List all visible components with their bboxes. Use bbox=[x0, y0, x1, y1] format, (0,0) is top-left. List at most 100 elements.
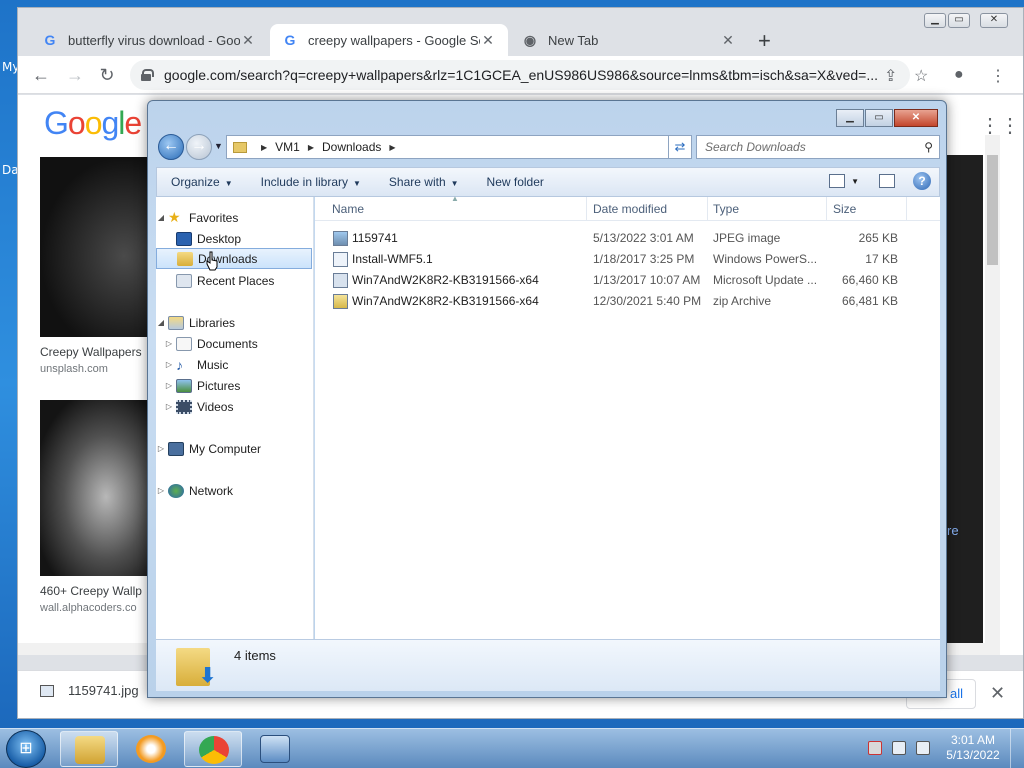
taskbar-remote-desktop[interactable] bbox=[246, 731, 304, 767]
share-with-button[interactable]: Share with ▼ bbox=[375, 175, 473, 189]
download-item[interactable]: 1159741.jpg bbox=[40, 683, 139, 698]
nav-music[interactable]: ▷ ♪ Music bbox=[164, 354, 228, 375]
back-arrow-icon[interactable]: ← bbox=[158, 134, 184, 160]
search-icon[interactable]: ⚲ bbox=[924, 136, 933, 158]
nav-recent-places[interactable]: Recent Places bbox=[174, 270, 274, 291]
nav-network[interactable]: ▷ Network bbox=[156, 480, 233, 501]
close-download-bar-icon[interactable]: ✕ bbox=[990, 683, 1005, 704]
collapsed-triangle-icon[interactable]: ▷ bbox=[156, 486, 166, 495]
tab-butterfly-virus[interactable]: G butterfly virus download - Googl ✕ bbox=[30, 24, 268, 56]
action-center-flag-icon[interactable] bbox=[868, 741, 882, 755]
collapsed-triangle-icon[interactable]: ▷ bbox=[164, 339, 174, 348]
reload-button[interactable]: ↻ bbox=[96, 64, 118, 86]
expanded-triangle-icon[interactable]: ◢ bbox=[156, 318, 166, 327]
taskbar-chrome[interactable] bbox=[184, 731, 242, 767]
collapsed-triangle-icon[interactable]: ▷ bbox=[164, 402, 174, 411]
bookmark-star-icon[interactable]: ☆ bbox=[914, 66, 928, 86]
new-tab-button[interactable]: + bbox=[758, 28, 771, 54]
nav-my-computer[interactable]: ▷ My Computer bbox=[156, 438, 261, 459]
start-button[interactable]: ⊞ bbox=[6, 730, 46, 768]
recent-pages-dropdown-icon[interactable]: ▼ bbox=[214, 141, 223, 151]
tab-close-icon[interactable]: ✕ bbox=[480, 32, 496, 49]
refresh-icon[interactable]: ⇄ bbox=[668, 135, 692, 159]
close-button[interactable]: ✕ bbox=[894, 109, 938, 127]
vertical-scrollbar[interactable] bbox=[985, 135, 1000, 645]
taskbar-media-player[interactable] bbox=[122, 731, 180, 767]
nav-videos[interactable]: ▷ Videos bbox=[164, 396, 233, 417]
chevron-right-icon[interactable]: ▶ bbox=[261, 143, 267, 152]
address-bar[interactable]: google.com/search?q=creepy+wallpapers&rl… bbox=[130, 60, 910, 90]
forward-button[interactable]: → bbox=[64, 64, 86, 86]
taskbar-explorer[interactable] bbox=[60, 731, 118, 767]
share-icon[interactable]: ⇪ bbox=[884, 66, 897, 86]
tab-title: creepy wallpapers - Google Sear bbox=[308, 32, 480, 48]
nav-desktop[interactable]: Desktop bbox=[174, 228, 241, 249]
result-image[interactable] bbox=[40, 400, 160, 576]
chevron-down-icon: ▼ bbox=[450, 179, 459, 188]
change-view-icon[interactable] bbox=[829, 174, 846, 188]
network-tray-icon[interactable] bbox=[892, 741, 906, 755]
include-in-library-button[interactable]: Include in library ▼ bbox=[247, 175, 375, 189]
column-date-modified[interactable]: Date modified bbox=[593, 202, 667, 216]
file-row[interactable]: 1159741 5/13/2022 3:01 AM JPEG image 265… bbox=[315, 227, 940, 248]
new-folder-button[interactable]: New folder bbox=[473, 175, 558, 189]
collapsed-triangle-icon[interactable]: ▷ bbox=[164, 360, 174, 369]
maximize-button[interactable]: ▭ bbox=[865, 109, 893, 127]
forward-arrow-icon[interactable]: → bbox=[186, 134, 212, 160]
column-type[interactable]: Type bbox=[713, 202, 739, 216]
documents-icon bbox=[176, 336, 192, 351]
tab-close-icon[interactable]: ✕ bbox=[720, 32, 736, 49]
menu-kebab-icon[interactable]: ⋮ bbox=[990, 66, 1006, 86]
nav-libraries[interactable]: ◢ Libraries bbox=[156, 312, 235, 333]
result-caption[interactable]: 460+ Creepy Wallp bbox=[40, 584, 160, 598]
result-thumbnail[interactable]: Creepy Wallpapers unsplash.com bbox=[40, 157, 160, 375]
scrollbar-thumb[interactable] bbox=[987, 155, 998, 265]
back-button[interactable]: ← bbox=[30, 64, 52, 86]
minimize-button[interactable]: ▁ bbox=[836, 109, 864, 127]
view-dropdown-icon[interactable]: ▼ bbox=[851, 177, 859, 186]
system-tray bbox=[868, 741, 940, 755]
chevron-right-icon[interactable]: ▶ bbox=[389, 143, 395, 152]
breadcrumb-downloads[interactable]: Downloads bbox=[322, 140, 381, 154]
tab-new-tab[interactable]: ◉ New Tab ✕ bbox=[510, 24, 748, 56]
expanded-triangle-icon[interactable]: ◢ bbox=[156, 213, 166, 222]
star-icon: ★ bbox=[168, 208, 181, 225]
result-thumbnail[interactable]: 460+ Creepy Wallp wall.alphacoders.co bbox=[40, 400, 160, 614]
file-row[interactable]: Win7AndW2K8R2-KB3191566-x64 12/30/2021 5… bbox=[315, 290, 940, 311]
volume-icon[interactable] bbox=[916, 741, 930, 755]
column-size[interactable]: Size bbox=[833, 202, 856, 216]
zip-archive-icon bbox=[333, 294, 348, 309]
nav-pictures[interactable]: ▷ Pictures bbox=[164, 375, 240, 396]
nav-downloads[interactable]: Downloads bbox=[156, 248, 312, 269]
nav-documents[interactable]: ▷ Documents bbox=[164, 333, 258, 354]
chevron-right-icon[interactable]: ▶ bbox=[308, 143, 314, 152]
powershell-script-icon bbox=[333, 252, 348, 267]
image-preview-panel: re bbox=[943, 155, 983, 655]
tab-strip: G butterfly virus download - Googl ✕ G c… bbox=[18, 8, 1023, 60]
tab-creepy-wallpapers[interactable]: G creepy wallpapers - Google Sear ✕ bbox=[270, 24, 508, 56]
nav-favorites[interactable]: ◢ ★ Favorites bbox=[156, 207, 238, 228]
google-logo[interactable]: Google bbox=[44, 105, 142, 142]
column-name[interactable]: Name bbox=[332, 202, 364, 216]
file-row[interactable]: Install-WMF5.1 1/18/2017 3:25 PM Windows… bbox=[315, 248, 940, 269]
collapsed-triangle-icon[interactable]: ▷ bbox=[156, 444, 166, 453]
profile-avatar-icon[interactable]: ● bbox=[954, 66, 964, 84]
tab-close-icon[interactable]: ✕ bbox=[240, 32, 256, 49]
search-input[interactable]: Search Downloads ⚲ bbox=[696, 135, 940, 159]
file-row[interactable]: Win7AndW2K8R2-KB3191566-x64 1/13/2017 10… bbox=[315, 269, 940, 290]
desktop-icon bbox=[176, 231, 192, 246]
result-caption[interactable]: Creepy Wallpapers bbox=[40, 345, 160, 359]
collapsed-triangle-icon[interactable]: ▷ bbox=[164, 381, 174, 390]
result-image[interactable] bbox=[40, 157, 160, 337]
address-breadcrumb[interactable]: ▶ VM1 ▶ Downloads ▶ ▼ bbox=[226, 135, 686, 159]
minimize-button[interactable]: ▁ bbox=[924, 13, 946, 28]
clock[interactable]: 3:01 AM 5/13/2022 bbox=[940, 733, 1006, 763]
breadcrumb-vm1[interactable]: VM1 bbox=[275, 140, 300, 154]
organize-button[interactable]: Organize ▼ bbox=[157, 175, 247, 189]
preview-pane-icon[interactable] bbox=[879, 174, 895, 188]
google-favicon-icon: G bbox=[44, 32, 56, 48]
close-button[interactable]: ✕ bbox=[980, 13, 1008, 28]
show-desktop-button[interactable] bbox=[1010, 729, 1024, 768]
maximize-button[interactable]: ▭ bbox=[948, 13, 970, 28]
help-icon[interactable]: ? bbox=[913, 172, 931, 190]
